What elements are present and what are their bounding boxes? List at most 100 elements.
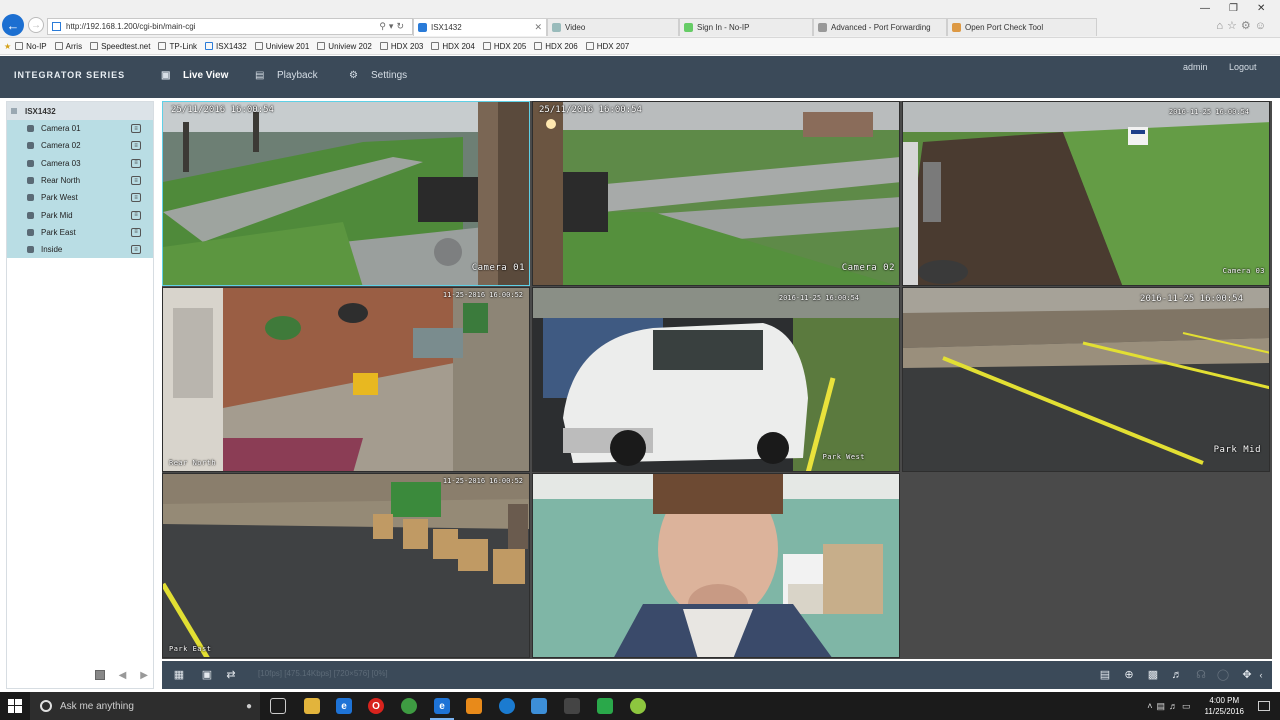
ptz-control-icon[interactable]: ◯ (1216, 668, 1230, 681)
home-icon[interactable]: ⌂ (1216, 20, 1227, 32)
restore-icon[interactable]: ❐ (1229, 3, 1238, 14)
video-tile[interactable]: 2016-11-25 16:00:54 Camera 03 (902, 101, 1270, 286)
favorites-star-icon[interactable]: ★ (4, 42, 11, 51)
tab-isx1432[interactable]: ISX1432 ✕ (413, 18, 547, 36)
more-icon[interactable]: ‹ (1254, 668, 1268, 681)
ptz-icon[interactable]: ≡ (131, 124, 141, 134)
camera-item[interactable]: Camera 01 ≡ (7, 120, 153, 137)
address-bar[interactable]: http://192.168.1.200/cgi-bin/main-cgi ⚲▾… (47, 18, 413, 35)
video-tile[interactable]: 2016-11-25 16:00:54 Park Mid (902, 287, 1270, 472)
app-icon[interactable] (630, 698, 646, 714)
logout-link[interactable]: Logout (1229, 62, 1257, 72)
vlc-icon[interactable] (466, 698, 482, 714)
task-view-icon[interactable] (270, 698, 286, 714)
start-button[interactable] (0, 692, 30, 720)
layout-grid-icon[interactable]: ▦ (172, 668, 186, 681)
favorite-link[interactable]: HDX 204 (431, 42, 475, 51)
video-tile[interactable]: 11-25-2016 16:00:52 Rear North (162, 287, 530, 472)
microphone-icon[interactable]: ● (246, 701, 252, 712)
forward-button[interactable]: → (28, 17, 44, 33)
volume-icon[interactable]: ♬ (1169, 701, 1182, 711)
nav-live-view[interactable]: ▣ Live View (161, 70, 228, 81)
smiley-icon[interactable]: ☺ (1255, 20, 1270, 32)
star-icon[interactable]: ☆ (1227, 20, 1241, 32)
collapse-icon[interactable] (11, 108, 17, 114)
ptz-icon[interactable]: ≡ (131, 158, 141, 168)
video-tile[interactable]: 2016-11-25 16:00:54 Park West (532, 287, 900, 472)
cortana-search[interactable]: Ask me anything ● (30, 692, 260, 720)
search-icon[interactable]: ⚲ (379, 21, 389, 31)
device-item[interactable]: ISX1432 (7, 102, 153, 120)
edge-icon[interactable]: e (336, 698, 352, 714)
ptz-icon[interactable]: ≡ (131, 176, 141, 186)
nav-settings[interactable]: ⚙ Settings (349, 70, 407, 81)
favorite-link[interactable]: Arris (54, 42, 82, 51)
favorite-link[interactable]: Speedtest.net (90, 42, 150, 51)
video-tile[interactable] (532, 473, 900, 658)
terminal-icon[interactable] (564, 698, 580, 714)
ptz-icon[interactable]: ≡ (131, 141, 141, 151)
file-explorer-icon[interactable] (304, 698, 320, 714)
internet-explorer-icon[interactable]: e (430, 698, 454, 720)
opera-icon[interactable]: O (368, 698, 384, 714)
favorite-link[interactable]: No-IP (15, 42, 47, 51)
video-tile[interactable]: 25/11/2016 16:00:54 Camera 01 (162, 101, 530, 286)
ptz-icon[interactable]: ≡ (131, 210, 141, 220)
app-icon[interactable] (531, 698, 547, 714)
camera-item[interactable]: Park Mid ≡ (7, 206, 153, 223)
tab-port-check[interactable]: Open Port Check Tool (947, 18, 1097, 36)
camera-item[interactable]: Camera 03 ≡ (7, 155, 153, 172)
favorite-link[interactable]: HDX 203 (379, 42, 423, 51)
clock[interactable]: 4:00 PM 11/25/2016 (1205, 695, 1244, 717)
ptz-icon[interactable]: ≡ (131, 245, 141, 255)
favorite-link[interactable]: HDX 205 (482, 42, 526, 51)
nav-playback[interactable]: ▤ Playback (255, 70, 318, 81)
favorite-link[interactable]: Uniview 202 (317, 42, 372, 51)
favorite-link[interactable]: TP-Link (158, 42, 197, 51)
chrome-icon[interactable] (401, 698, 417, 714)
audio-icon[interactable]: ♬ (1170, 668, 1184, 681)
refresh-icon[interactable]: ↻ (396, 21, 407, 31)
video-tile[interactable]: 25/11/2016 16:00:54 Camera 02 (532, 101, 900, 286)
move-icon[interactable]: ✥ (1240, 668, 1254, 681)
favorite-link[interactable]: HDX 207 (585, 42, 629, 51)
camera-item[interactable]: Camera 02 ≡ (7, 137, 153, 154)
tray-icons[interactable]: ˄▤♬▭ (1147, 701, 1194, 712)
snapshot-icon[interactable]: ▤ (1098, 668, 1112, 681)
video-tile[interactable]: 11-25-2016 16:00:52 Park East (162, 473, 530, 658)
app-icon[interactable] (597, 698, 613, 714)
browser-toolbar-icons[interactable]: ⌂☆⚙☺ (1216, 19, 1270, 32)
back-button[interactable]: ← (2, 14, 24, 36)
camera-item[interactable]: Inside ≡ (7, 241, 153, 258)
ptz-icon[interactable]: ≡ (131, 193, 141, 203)
minimize-icon[interactable]: — (1200, 3, 1210, 14)
stream-settings-icon[interactable]: ⇄ (224, 668, 238, 681)
address-tools[interactable]: ⚲▾↻ (379, 21, 407, 32)
ptz-icon[interactable]: ≡ (131, 227, 141, 237)
close-window-icon[interactable]: ✕ (1257, 3, 1265, 14)
gear-icon[interactable]: ⚙ (1241, 20, 1255, 32)
network-icon[interactable]: ▤ (1157, 701, 1170, 711)
stop-all-button[interactable] (94, 670, 105, 680)
record-icon[interactable]: ▩ (1146, 668, 1160, 681)
close-icon[interactable]: ✕ (534, 22, 542, 33)
camera-item[interactable]: Park West ≡ (7, 189, 153, 206)
tab-video[interactable]: Video (547, 18, 679, 36)
favorite-link[interactable]: ISX1432 (205, 42, 247, 51)
favorite-link[interactable]: HDX 206 (534, 42, 578, 51)
next-page-icon[interactable]: ▶ (140, 670, 148, 681)
notification-icon[interactable] (1258, 701, 1270, 711)
favorite-link[interactable]: Uniview 201 (254, 42, 309, 51)
empty-video-tile[interactable] (902, 473, 1270, 658)
microphone-icon[interactable]: ☊ (1194, 668, 1208, 681)
app-icon[interactable] (499, 698, 515, 714)
camera-item[interactable]: Rear North ≡ (7, 172, 153, 189)
prev-page-icon[interactable]: ◀ (119, 670, 127, 681)
fullscreen-icon[interactable]: ▣ (200, 668, 214, 681)
chevron-up-icon[interactable]: ˄ (1147, 701, 1156, 711)
zoom-icon[interactable]: ⊕ (1122, 668, 1136, 681)
battery-icon[interactable]: ▭ (1182, 701, 1195, 711)
tab-port-forwarding[interactable]: Advanced - Port Forwarding (813, 18, 947, 36)
camera-item[interactable]: Park East ≡ (7, 224, 153, 241)
tab-noip[interactable]: Sign In - No-IP (679, 18, 813, 36)
